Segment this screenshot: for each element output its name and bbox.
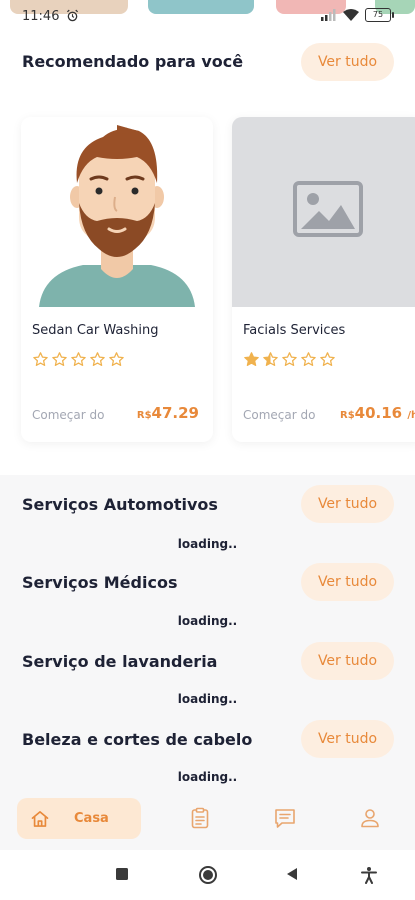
star-outline-icon [90,352,105,367]
currency: R$ [340,410,355,421]
medical-see-all-button[interactable]: Ver tudo [301,563,394,601]
laundry-see-all-button[interactable]: Ver tudo [301,642,394,680]
section-title-medical: Serviços Médicos [22,573,178,592]
nav-home-tab[interactable]: Casa [17,798,141,839]
star-outline-icon [301,352,316,367]
loading-text: loading.. [177,692,238,706]
bottom-navigation: Casa [0,790,415,850]
automotive-see-all-button[interactable]: Ver tudo [301,485,394,523]
price-from-label: Começar do [32,408,105,422]
service-card[interactable]: Facials Services Começar do R$40.16 /h [232,117,415,442]
image-placeholder-icon [293,181,363,237]
profile-icon[interactable] [358,806,382,830]
wifi-icon [343,9,359,21]
loading-text: loading.. [177,770,238,784]
star-outline-icon [320,352,335,367]
section-title-beauty: Beleza e cortes de cabelo [22,730,253,749]
status-bar: 11:46 75 [0,0,415,30]
star-outline-icon [71,352,86,367]
home-button-icon[interactable] [198,865,218,885]
battery-icon: 75 [365,8,394,22]
system-navigation-bar [0,850,415,900]
clipboard-icon[interactable] [188,806,212,830]
recents-button-icon[interactable] [114,866,130,882]
loading-text: loading.. [177,537,238,551]
section-title-laundry: Serviço de lavanderia [22,652,218,671]
beauty-see-all-button[interactable]: Ver tudo [301,720,394,758]
price-value: 47.29 [151,404,199,422]
service-card[interactable]: Sedan Car Washing Começar do R$47.29 [21,117,213,442]
status-time: 11:46 [22,9,60,24]
price-from-label: Começar do [243,408,316,422]
signal-icon [321,9,336,21]
home-icon [31,810,49,827]
recommended-see-all-button[interactable]: Ver tudo [301,43,394,81]
card-image-placeholder [232,117,415,307]
nav-home-label: Casa [74,811,109,826]
card-title: Sedan Car Washing [32,323,159,338]
back-button-icon[interactable] [284,866,300,882]
chat-icon[interactable] [273,806,297,830]
section-title-automotive: Serviços Automotivos [22,495,218,514]
star-half-icon [263,352,278,367]
star-outline-icon [52,352,67,367]
loading-text: loading.. [177,614,238,628]
star-filled-icon [244,352,259,367]
accessibility-icon[interactable] [360,866,378,884]
recommended-title: Recomendado para você [22,52,244,71]
avatar-illustration [21,117,213,307]
battery-level: 75 [372,10,384,19]
currency: R$ [136,410,152,421]
price-unit: /h [407,410,415,421]
status-bar-tint [148,0,254,14]
card-price: R$47.29 [137,404,199,422]
price-value: 40.16 [354,404,403,422]
card-title: Facials Services [243,323,346,338]
rating-stars [243,351,336,368]
star-outline-icon [109,352,124,367]
alarm-icon [66,9,79,22]
card-price: R$40.16 /h [340,404,415,422]
star-outline-icon [282,352,297,367]
star-outline-icon [33,352,48,367]
rating-stars [32,351,125,368]
